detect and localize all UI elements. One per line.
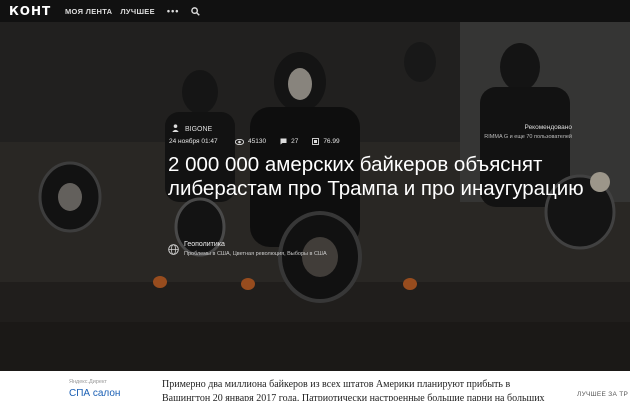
article-body-area: Яндекс.Директ СПА салон Примерно два мил… [0,371,630,401]
more-dots-icon[interactable]: ••• [167,6,179,16]
ad-label[interactable]: Яндекс.Директ [69,379,107,385]
site-logo[interactable]: КОНТ [9,4,57,18]
rating-stat: 76.99 [312,138,340,145]
rating-value: 76.99 [323,138,340,145]
article-meta: 24 ноября 01:47 45130 27 76.99 [169,138,354,145]
category-name[interactable]: Геополитика [184,241,327,248]
person-icon [172,124,179,134]
publish-date: 24 ноября 01:47 [169,138,218,145]
recommended-users[interactable]: RIMMA G и еще 70 пользователей [484,134,572,140]
views-stat: 45130 [235,138,266,145]
article-body-text: Примерно два миллиона байкеров из всех ш… [162,379,545,401]
comments-count: 27 [291,138,299,145]
recommended-title: Рекомендовано [524,124,572,131]
views-count: 45130 [248,138,267,145]
author-name[interactable]: BIGONE [185,126,212,133]
comment-icon [280,138,287,145]
author-line[interactable]: BIGONE [172,124,212,134]
nav-best[interactable]: ЛУЧШЕЕ [120,7,155,16]
article-category[interactable]: Геополитика Проблемы в США, Цветная рево… [168,241,327,260]
comments-stat[interactable]: 27 [280,138,298,145]
recommended-box[interactable]: Рекомендовано RIMMA G и еще 70 пользоват… [484,124,572,140]
globe-icon [168,242,179,260]
ad-link[interactable]: СПА салон [69,388,120,399]
eye-icon [235,138,244,145]
nav-my-feed[interactable]: МОЯ ЛЕНТА [65,7,112,16]
search-icon[interactable] [191,6,201,16]
article-title: 2 000 000 амерских байкеров объяснят либ… [168,153,584,200]
category-tags[interactable]: Проблемы в США, Цветная революция, Выбор… [184,251,327,257]
best-sidebar-heading: ЛУЧШЕЕ ЗА ТР [577,391,629,398]
top-nav-bar: КОНТ МОЯ ЛЕНТА ЛУЧШЕЕ ••• [0,0,630,22]
rating-icon [312,138,320,145]
